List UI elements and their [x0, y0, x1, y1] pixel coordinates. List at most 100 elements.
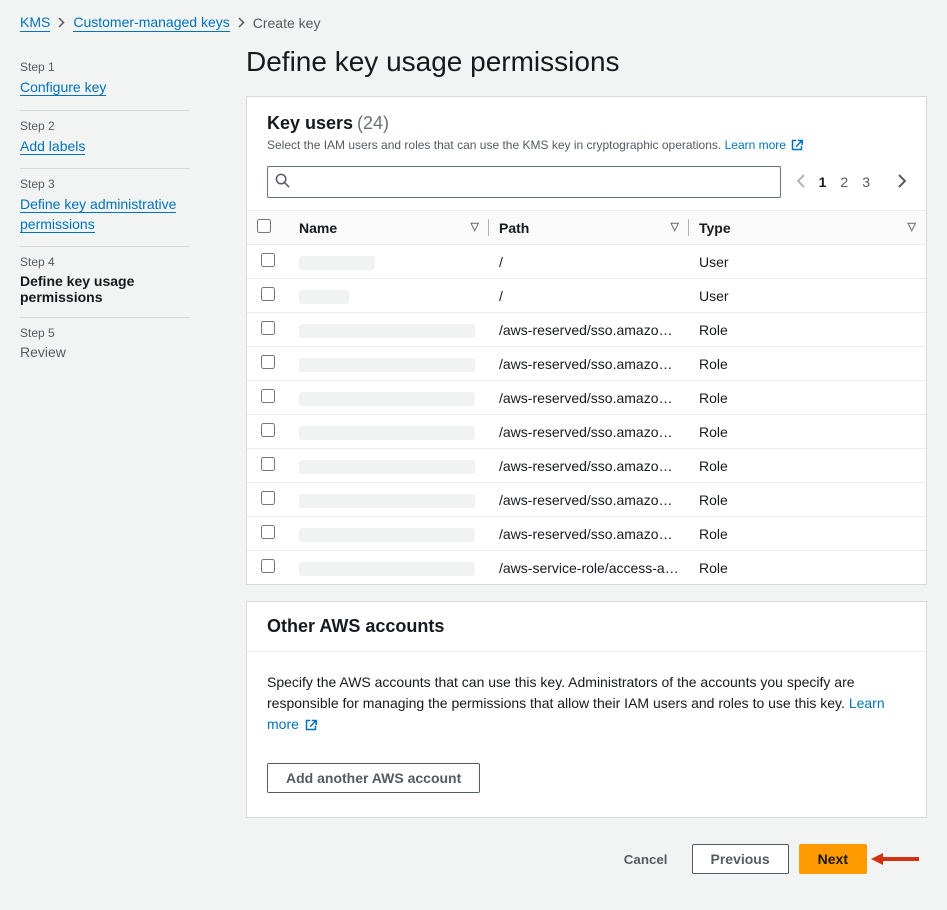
table-row: /aws-reserved/sso.amazonaws…Role [247, 415, 926, 449]
cell-path: /aws-service-role/access-analy… [489, 551, 689, 585]
table-row: /aws-reserved/sso.amazonaws…Role [247, 517, 926, 551]
other-accounts-panel: Other AWS accounts Specify the AWS accou… [246, 601, 927, 818]
other-accounts-title: Other AWS accounts [247, 602, 926, 652]
table-row: /aws-reserved/sso.amazonaws…Role [247, 313, 926, 347]
step-title[interactable]: Add labels [20, 138, 85, 155]
table-row: /aws-reserved/sso.amazonaws…Role [247, 449, 926, 483]
row-checkbox[interactable] [261, 559, 275, 573]
row-checkbox[interactable] [261, 389, 275, 403]
sort-icon: ▽ [908, 220, 916, 233]
select-all-checkbox[interactable] [257, 219, 271, 233]
step-label: Step 5 [20, 326, 190, 340]
learn-more-link[interactable]: Learn more [725, 138, 804, 152]
cell-type: Role [689, 381, 926, 415]
key-users-count: (24) [357, 113, 389, 133]
step-title[interactable]: Define key administrative permissions [20, 196, 176, 233]
cell-path: / [489, 245, 689, 279]
search-input[interactable] [267, 166, 781, 198]
redacted-name [299, 358, 475, 372]
step-label: Step 4 [20, 255, 190, 269]
wizard-steps-sidebar: Step 1Configure keyStep 2Add labelsStep … [0, 42, 210, 890]
row-checkbox[interactable] [261, 457, 275, 471]
page-number[interactable]: 3 [862, 174, 870, 190]
row-checkbox[interactable] [261, 423, 275, 437]
page-next-icon[interactable] [898, 174, 906, 191]
cancel-button[interactable]: Cancel [610, 846, 682, 873]
breadcrumb-current: Create key [253, 15, 321, 31]
table-row: /aws-reserved/sso.amazonaws…Role [247, 347, 926, 381]
external-link-icon [791, 139, 803, 154]
chevron-right-icon [238, 15, 245, 31]
cell-path: /aws-reserved/sso.amazonaws… [489, 483, 689, 517]
previous-button[interactable]: Previous [692, 844, 789, 874]
search-icon [275, 173, 290, 191]
key-users-table: Name▽ Path▽ Type▽ /User/User/aws-reserve… [247, 210, 926, 584]
cell-type: User [689, 279, 926, 313]
table-row: /User [247, 279, 926, 313]
step-label: Step 2 [20, 119, 190, 133]
table-row: /aws-reserved/sso.amazonaws…Role [247, 483, 926, 517]
wizard-step: Step 1 Configure key [20, 52, 190, 111]
sort-icon: ▽ [671, 220, 679, 233]
table-row: /User [247, 245, 926, 279]
cell-type: Role [689, 347, 926, 381]
redacted-name [299, 256, 375, 270]
table-row: /aws-service-role/access-analy…Role [247, 551, 926, 585]
next-button[interactable]: Next [799, 844, 867, 874]
other-accounts-description: Specify the AWS accounts that can use th… [267, 674, 855, 711]
cell-type: Role [689, 517, 926, 551]
row-checkbox[interactable] [261, 355, 275, 369]
cell-type: Role [689, 483, 926, 517]
page-number[interactable]: 2 [840, 174, 848, 190]
key-users-panel: Key users (24) Select the IAM users and … [246, 96, 927, 585]
step-label: Step 1 [20, 60, 190, 74]
cell-type: Role [689, 415, 926, 449]
pagination: 123 [797, 174, 906, 191]
cell-path: /aws-reserved/sso.amazonaws… [489, 449, 689, 483]
redacted-name [299, 528, 475, 542]
redacted-name [299, 562, 475, 576]
cell-type: Role [689, 551, 926, 585]
breadcrumb-customer-keys[interactable]: Customer-managed keys [73, 14, 229, 32]
wizard-step: Step 5 Review [20, 318, 190, 372]
redacted-name [299, 290, 349, 304]
row-checkbox[interactable] [261, 525, 275, 539]
step-title: Define key usage permissions [20, 273, 190, 305]
row-checkbox[interactable] [261, 321, 275, 335]
row-checkbox[interactable] [261, 491, 275, 505]
cell-type: Role [689, 449, 926, 483]
external-link-icon [305, 716, 317, 737]
column-header-type[interactable]: Type▽ [689, 211, 926, 245]
cell-path: /aws-reserved/sso.amazonaws… [489, 347, 689, 381]
page-number[interactable]: 1 [819, 174, 827, 190]
column-header-name[interactable]: Name▽ [289, 211, 489, 245]
row-checkbox[interactable] [261, 287, 275, 301]
cell-path: /aws-reserved/sso.amazonaws… [489, 415, 689, 449]
column-header-path[interactable]: Path▽ [489, 211, 689, 245]
redacted-name [299, 494, 475, 508]
redacted-name [299, 426, 475, 440]
redacted-name [299, 392, 475, 406]
redacted-name [299, 460, 475, 474]
breadcrumb: KMS Customer-managed keys Create key [0, 0, 947, 42]
step-title[interactable]: Configure key [20, 79, 106, 96]
page-prev-icon [797, 174, 805, 191]
cell-path: / [489, 279, 689, 313]
page-title: Define key usage permissions [246, 46, 927, 78]
table-row: /aws-reserved/sso.amazonaws…Role [247, 381, 926, 415]
add-account-button[interactable]: Add another AWS account [267, 763, 480, 793]
step-title: Review [20, 344, 190, 360]
cell-path: /aws-reserved/sso.amazonaws… [489, 381, 689, 415]
row-checkbox[interactable] [261, 253, 275, 267]
breadcrumb-kms[interactable]: KMS [20, 14, 50, 32]
wizard-step: Step 3Define key administrative permissi… [20, 169, 190, 247]
cell-type: User [689, 245, 926, 279]
key-users-title: Key users [267, 113, 353, 133]
cell-path: /aws-reserved/sso.amazonaws… [489, 517, 689, 551]
cell-type: Role [689, 313, 926, 347]
wizard-footer: Cancel Previous Next [246, 834, 927, 890]
cell-path: /aws-reserved/sso.amazonaws… [489, 313, 689, 347]
redacted-name [299, 324, 475, 338]
wizard-step: Step 2 Add labels [20, 111, 190, 170]
sort-icon: ▽ [471, 220, 479, 233]
